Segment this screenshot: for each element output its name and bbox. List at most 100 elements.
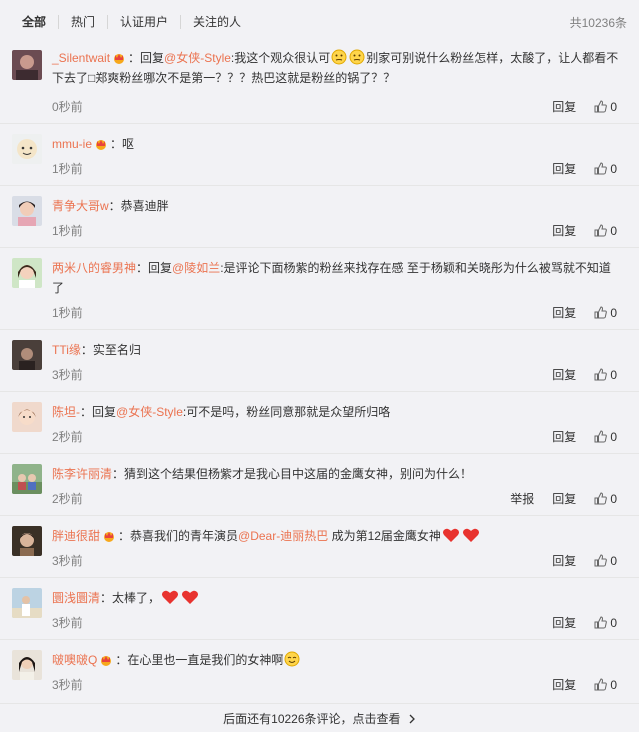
username[interactable]: _Silentwait [52, 51, 110, 65]
comment-panel: 全部 热门 认证用户 关注的人 共10236条 _Silentwait ：回复@女… [0, 0, 639, 732]
mention-link[interactable]: @Dear-迪丽热巴 [238, 529, 328, 543]
reply-button[interactable]: 回复 [552, 366, 576, 383]
mention-link[interactable]: @女侠-Style [116, 405, 183, 419]
timestamp: 3秒前 [52, 678, 83, 692]
comment-item: 陈坦-：回复@女侠-Style:可不是吗，粉丝同意那就是众望所归咯 2秒前 回复… [0, 392, 639, 454]
comment-actions: 回复 0 [542, 98, 617, 115]
like-button[interactable]: 0 [594, 616, 617, 630]
username[interactable]: mmu-ie [52, 137, 92, 151]
comment-actions: 回复 0 [542, 304, 617, 321]
comment-list: _Silentwait ：回复@女侠-Style:我这个观众很认可 别家可别说什么粉… [0, 40, 639, 704]
comment-item: 胖迪很甜 ：恭喜我们的青年演员@Dear-迪丽热巴 成为第12届金鹰女神 3秒前 … [0, 516, 639, 578]
username[interactable]: 胖迪很甜 [52, 529, 100, 543]
username[interactable]: 啵噢啵Q [52, 653, 97, 667]
thumbs-up-icon [594, 162, 608, 175]
reply-button[interactable]: 回复 [552, 614, 576, 631]
tab-verified[interactable]: 认证用户 [107, 15, 180, 29]
avatar[interactable] [12, 340, 42, 370]
adoring-emoji-icon [284, 651, 300, 667]
comment-item: 圜浅圜清：太棒了， 3秒前 回复 0 [0, 578, 639, 640]
reply-button[interactable]: 回复 [552, 552, 576, 569]
like-button[interactable]: 0 [594, 306, 617, 320]
comment-text: 青争大哥w：恭喜迪胖 [52, 199, 169, 213]
thumbs-up-icon [594, 224, 608, 237]
avatar[interactable] [12, 196, 42, 226]
heart-emoji-icon [462, 528, 479, 542]
reply-button[interactable]: 回复 [552, 676, 576, 693]
avatar[interactable] [12, 650, 42, 680]
comment-text: 陈李许丽清：猜到这个结果但杨紫才是我心目中这届的金鹰女神，别问为什么！ [52, 467, 473, 481]
avatar[interactable] [12, 526, 42, 556]
timestamp: 1秒前 [52, 306, 83, 320]
username[interactable]: 圜浅圜清 [52, 591, 100, 605]
like-button[interactable]: 0 [594, 430, 617, 444]
thinking-emoji-icon [331, 49, 347, 65]
username[interactable]: 陈李许丽清 [52, 467, 112, 481]
reply-button[interactable]: 回复 [552, 304, 576, 321]
comment-actions: 回复 0 [542, 428, 617, 445]
like-button[interactable]: 0 [594, 224, 617, 238]
like-button[interactable]: 0 [594, 162, 617, 176]
username[interactable]: 陈坦- [52, 405, 80, 419]
avatar[interactable] [12, 50, 42, 80]
avatar[interactable] [12, 464, 42, 494]
thumbs-up-icon [594, 678, 608, 691]
timestamp: 1秒前 [52, 224, 83, 238]
comment-text: 两米八的睿男神：回复@陵如兰:是评论下面杨紫的粉丝来找存在感 至于杨颖和关晓彤为… [52, 261, 611, 295]
heart-emoji-icon [182, 590, 199, 604]
comment-actions: 举报 回复 0 [500, 490, 617, 507]
comment-actions: 回复 0 [542, 160, 617, 177]
reply-button[interactable]: 回复 [552, 428, 576, 445]
comment-actions: 回复 0 [542, 676, 617, 693]
reply-button[interactable]: 回复 [552, 490, 576, 507]
like-button[interactable]: 0 [594, 554, 617, 568]
vip-crown-icon [104, 532, 115, 542]
reply-button[interactable]: 回复 [552, 98, 576, 115]
timestamp: 2秒前 [52, 492, 83, 506]
comment-text: 胖迪很甜 ：恭喜我们的青年演员@Dear-迪丽热巴 成为第12届金鹰女神 [52, 526, 619, 546]
thumbs-up-icon [594, 368, 608, 381]
avatar[interactable] [12, 258, 42, 288]
comment-text: 圜浅圜清：太棒了， [52, 588, 619, 608]
comment-actions: 回复 0 [542, 222, 617, 239]
comment-actions: 回复 0 [542, 552, 617, 569]
comment-item: TTi缘：实至名归 3秒前 回复 0 [0, 330, 639, 392]
comment-item: mmu-ie ：呕 1秒前 回复 0 [0, 124, 639, 186]
timestamp: 0秒前 [52, 100, 83, 114]
timestamp: 1秒前 [52, 162, 83, 176]
thumbs-up-icon [594, 554, 608, 567]
tab-hot[interactable]: 热门 [58, 15, 107, 29]
comment-text: _Silentwait ：回复@女侠-Style:我这个观众很认可 别家可别说什么粉… [52, 49, 619, 85]
avatar[interactable] [12, 134, 42, 164]
tab-all[interactable]: 全部 [22, 15, 58, 29]
report-button[interactable]: 举报 [510, 490, 534, 507]
like-button[interactable]: 0 [594, 678, 617, 692]
like-button[interactable]: 0 [594, 100, 617, 114]
avatar[interactable] [12, 588, 42, 618]
reply-button[interactable]: 回复 [552, 160, 576, 177]
thumbs-up-icon [594, 306, 608, 319]
mention-link[interactable]: @陵如兰 [172, 261, 220, 275]
avatar[interactable] [12, 402, 42, 432]
like-button[interactable]: 0 [594, 368, 617, 382]
comment-item: 两米八的睿男神：回复@陵如兰:是评论下面杨紫的粉丝来找存在感 至于杨颖和关晓彤为… [0, 248, 639, 330]
like-button[interactable]: 0 [594, 492, 617, 506]
username[interactable]: TTi缘 [52, 343, 81, 357]
heart-emoji-icon [162, 590, 179, 604]
tab-following[interactable]: 关注的人 [180, 15, 253, 29]
comment-item: 啵噢啵Q ：在心里也一直是我们的女神啊 3秒前 回复 0 [0, 640, 639, 704]
comment-actions: 回复 0 [542, 366, 617, 383]
vip-crown-icon [114, 54, 125, 64]
username[interactable]: 两米八的睿男神 [52, 261, 136, 275]
load-more-link[interactable]: 后面还有10226条评论，点击查看 [0, 706, 639, 732]
comment-actions: 回复 0 [542, 614, 617, 631]
comment-text: 啵噢啵Q ：在心里也一直是我们的女神啊 [52, 650, 619, 670]
mention-link[interactable]: @女侠-Style [164, 51, 231, 65]
username[interactable]: 青争大哥w [52, 199, 109, 213]
timestamp: 3秒前 [52, 368, 83, 382]
reply-button[interactable]: 回复 [552, 222, 576, 239]
comment-count: 共10236条 [569, 15, 627, 30]
timestamp: 3秒前 [52, 554, 83, 568]
thumbs-up-icon [594, 616, 608, 629]
thumbs-up-icon [594, 492, 608, 505]
